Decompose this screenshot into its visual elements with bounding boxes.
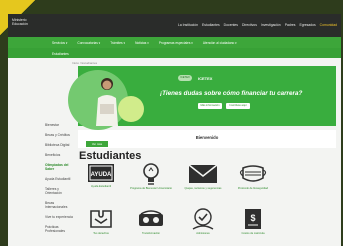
lightbulb-icon <box>143 163 159 185</box>
sidebar-item[interactable]: Talleres y Orientación <box>45 187 73 195</box>
ayuda-sign-text: AYUDA <box>91 172 112 178</box>
sub-menu: Estudiantes <box>8 48 341 58</box>
top-link[interactable]: La Institución <box>178 23 198 27</box>
tile-label: Tus derechos <box>93 232 109 235</box>
menu-item[interactable]: Noticias ▾ <box>135 41 149 45</box>
banner-cta-button-secondary[interactable]: Inscríbete aquí <box>226 103 250 109</box>
student-photo-icon <box>96 78 118 126</box>
tile-label: Ayuda Estudiantil <box>91 185 111 188</box>
top-link[interactable]: Investigación <box>261 23 281 27</box>
tile-transformacion[interactable]: Transformación <box>128 207 174 235</box>
menu-item[interactable]: Atención al ciudadano ▾ <box>203 41 237 45</box>
top-link[interactable]: Egresados <box>299 23 315 27</box>
sidebar-item[interactable]: Becas y Créditos <box>45 133 73 137</box>
menu-item[interactable]: Servicios ▾ <box>52 41 67 45</box>
tile-label: Quejas, reclamos y sugerencias <box>184 187 222 190</box>
sidebar-item[interactable]: Vive tu experiencia <box>45 215 73 219</box>
puzzle-hands-icon <box>90 210 112 228</box>
sidebar-item[interactable]: Prácticas Profesionales <box>45 225 73 233</box>
tile-derechos[interactable]: Tus derechos <box>78 207 124 235</box>
tile-ayuda-estudiantil[interactable]: AYUDA Ayuda Estudiantil <box>78 162 124 188</box>
tile-quejas[interactable]: Quejas, reclamos y sugerencias <box>180 162 226 190</box>
sidebar-nav: Bienestar Becas y Créditos Biblioteca Di… <box>45 123 73 239</box>
tile-label: Programa de Bienestar Universitario <box>130 187 172 190</box>
logo-badge-b: ICETEX <box>198 76 213 81</box>
hero-banner[interactable]: ICETEX ICETEX ¡Tienes dudas sobre cómo f… <box>68 66 336 130</box>
sidebar-item[interactable]: Biblioteca Digital <box>45 143 73 147</box>
top-link-highlight[interactable]: Comunidad <box>320 23 337 27</box>
envelope-icon <box>188 164 218 183</box>
tile-admisiones[interactable]: Admisiones <box>180 207 226 235</box>
tile-label: Admisiones <box>196 232 210 235</box>
banner-headline: ¡Tienes dudas sobre cómo financiar tu ca… <box>160 90 303 97</box>
top-link[interactable]: Docentes <box>224 23 238 27</box>
tile-label: Protocolo de bioseguridad <box>237 187 269 190</box>
welcome-title: Bienvenido <box>195 135 219 140</box>
tile-bienestar[interactable]: Programa de Bienestar Universitario <box>128 162 174 190</box>
sidebar-item[interactable]: Bienestar <box>45 123 73 127</box>
mask-icon <box>239 165 267 182</box>
banner-cta-button[interactable]: Más información <box>198 103 222 109</box>
browser-viewport: Ministerio Educación La Institución Estu… <box>8 14 341 246</box>
tile-label: Costos de matrícula <box>241 232 265 235</box>
sidebar-item[interactable]: Beneficios <box>45 153 73 157</box>
document-dollar-icon: $ <box>245 209 261 229</box>
menu-item[interactable]: Convocatorias ▾ <box>77 41 100 45</box>
sidebar-item[interactable]: Becas Internacionales <box>45 201 73 209</box>
submenu-item-estudiantes[interactable]: Estudiantes <box>52 52 69 56</box>
logo-badge-a: ICETEX <box>178 75 192 81</box>
main-menu: Servicios ▾ Convocatorias ▾ Trámites ▾ N… <box>8 37 341 48</box>
tile-label: Transformación <box>142 232 160 235</box>
top-link[interactable]: Estudiantes <box>202 23 220 27</box>
menu-item[interactable]: Programas especiales ▾ <box>159 41 193 45</box>
breadcrumb[interactable]: Inicio / Estudiantes <box>72 61 97 65</box>
sidebar-item-active[interactable]: Olimpiadas del Saber <box>45 163 73 171</box>
top-links: La Institución Estudiantes Docentes Dire… <box>178 23 337 27</box>
sidebar-item[interactable]: Ayuda Estudiantil <box>45 177 73 181</box>
menu-item[interactable]: Trámites ▾ <box>110 41 125 45</box>
ayuda-sign-icon: AYUDA <box>88 164 114 182</box>
checkmark-hand-icon <box>192 208 214 230</box>
tile-costos[interactable]: $ Costos de matrícula <box>230 207 276 235</box>
top-header: Ministerio Educación La Institución Estu… <box>8 14 341 37</box>
brand-line-2: Educación <box>12 22 28 26</box>
tile-bioseguridad[interactable]: Protocolo de bioseguridad <box>230 162 276 190</box>
welcome-card: Bienvenido Ver más <box>78 130 336 148</box>
top-link[interactable]: Directivos <box>242 23 257 27</box>
svg-text:$: $ <box>250 213 255 223</box>
vr-headset-icon <box>139 210 163 226</box>
site-logo[interactable]: Ministerio Educación <box>12 18 42 26</box>
welcome-button[interactable]: Ver más <box>86 141 108 147</box>
top-link[interactable]: Padres <box>285 23 296 27</box>
section-title: Estudiantes <box>79 150 142 162</box>
